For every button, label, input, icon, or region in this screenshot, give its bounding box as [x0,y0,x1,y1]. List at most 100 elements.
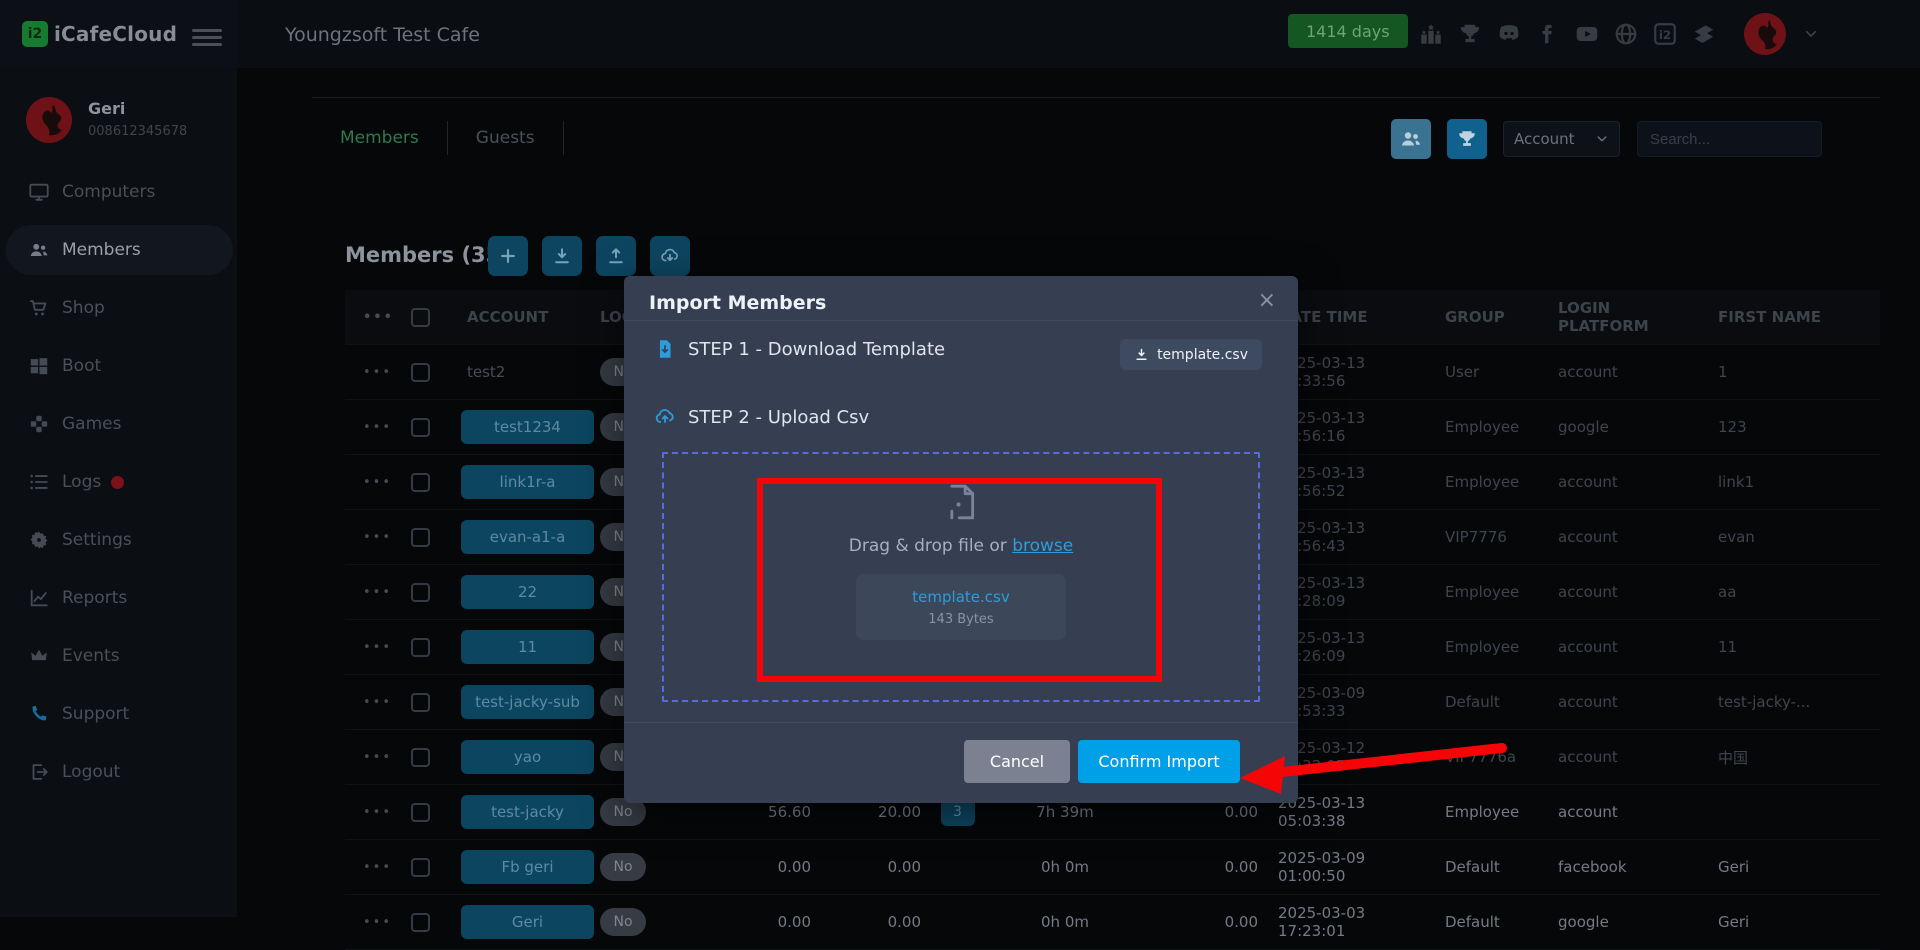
close-icon[interactable]: × [1258,288,1276,313]
row-checkbox[interactable] [411,913,430,932]
account-cell[interactable]: Geri [461,905,594,939]
value-cell: 0.00 [815,858,925,876]
youtube-icon[interactable] [1574,21,1600,47]
monitor-icon [28,181,50,203]
file-icon [941,482,981,522]
sidebar-item-settings[interactable]: Settings [0,511,237,569]
first-name-cell: 中国 [1706,747,1880,768]
row-menu-icon[interactable]: ••• [345,750,395,765]
sidebar-item-boot[interactable]: Boot [0,337,237,395]
chevron-down-icon[interactable] [1803,26,1819,42]
row-checkbox[interactable] [411,418,430,437]
list-icon [28,471,50,493]
sidebar-item-label: Computers [62,182,155,202]
ranking-icon[interactable] [1418,21,1444,47]
account-cell[interactable]: yao [461,740,594,774]
sidebar-item-support[interactable]: Support [0,685,237,743]
first-name-cell: test-jacky-... [1706,693,1880,711]
row-menu-icon[interactable]: ••• [345,530,395,545]
globe-icon[interactable] [1613,21,1639,47]
first-name-cell: 123 [1706,418,1880,436]
step2-label: STEP 2 - Upload Csv [688,407,869,428]
account-cell[interactable]: evan-a1-a [461,520,594,554]
phone-icon [28,703,50,725]
tab-guests[interactable]: Guests [448,128,563,148]
member-groups-button[interactable] [1391,119,1431,159]
i2-icon[interactable]: i2 [1652,21,1678,47]
row-checkbox[interactable] [411,748,430,767]
discord-icon[interactable] [1496,21,1522,47]
table-row: •••GeriNo0.000.000h 0m0.002025-03-03 17:… [345,895,1880,950]
column-login-platform: LOGIN PLATFORM [1544,299,1706,335]
sidebar-item-reports[interactable]: Reports [0,569,237,627]
facebook-icon[interactable] [1535,21,1561,47]
row-checkbox[interactable] [411,638,430,657]
tab-members[interactable]: Members [312,128,447,148]
row-menu-icon[interactable]: ••• [345,860,395,875]
row-checkbox[interactable] [411,803,430,822]
row-menu-icon[interactable]: ••• [345,475,395,490]
row-menu-icon[interactable]: ••• [345,585,395,600]
download-template-button[interactable]: template.csv [1120,339,1262,370]
account-cell[interactable]: Fb geri [461,850,594,884]
row-checkbox[interactable] [411,693,430,712]
account-cell[interactable]: test1234 [461,410,594,444]
locked-cell: No [600,908,675,936]
topbar-avatar[interactable] [1744,13,1786,55]
row-checkbox[interactable] [411,473,430,492]
row-menu-icon[interactable]: ••• [345,420,395,435]
sidebar-item-logs[interactable]: Logs [0,453,237,511]
row-checkbox[interactable] [411,858,430,877]
sidebar-item-shop[interactable]: Shop [0,279,237,337]
browse-link[interactable]: browse [1012,536,1073,556]
row-menu-icon[interactable]: ••• [345,310,395,325]
dropzone-prompt: Drag & drop file or [849,536,1007,556]
filter-select[interactable]: Account [1503,121,1620,157]
account-cell[interactable]: link1r-a [461,465,594,499]
search-input[interactable] [1637,121,1822,157]
tab-separator [563,121,564,155]
user-name: Geri [88,99,187,118]
sidebar-item-computers[interactable]: Computers [0,163,237,221]
trophy-icon[interactable] [1457,21,1483,47]
group-cell: Default [1432,858,1544,876]
layers-icon[interactable] [1691,21,1717,47]
row-checkbox[interactable] [411,528,430,547]
download-icon [1134,347,1149,362]
upload-dropzone[interactable]: Drag & drop file or browse template.csv … [662,452,1260,702]
account-cell[interactable]: 11 [461,630,594,664]
sidebar-item-members[interactable]: Members [0,221,237,279]
cancel-button[interactable]: Cancel [964,740,1070,783]
select-all-checkbox[interactable] [411,308,430,327]
upload-button[interactable] [596,236,636,276]
logout-icon [28,761,50,783]
account-cell[interactable]: test-jacky [461,795,594,829]
hamburger-menu-icon[interactable] [192,25,222,50]
members-heading: Members (35) [345,243,510,267]
balance-cell: 0.00 [675,858,815,876]
confirm-import-button[interactable]: Confirm Import [1078,740,1240,783]
platform-cell: google [1544,913,1706,931]
tabs: Members Guests [312,112,564,164]
sidebar-item-games[interactable]: Games [0,395,237,453]
account-cell[interactable]: test-jacky-sub [461,685,594,719]
download-button[interactable] [542,236,582,276]
row-menu-icon[interactable]: ••• [345,640,395,655]
modal-title: Import Members [649,292,826,314]
plus-button[interactable] [488,236,528,276]
row-menu-icon[interactable]: ••• [345,365,395,380]
row-menu-icon[interactable]: ••• [345,695,395,710]
row-menu-icon[interactable]: ••• [345,805,395,820]
cloud-down-button[interactable] [650,236,690,276]
balance-cell: 56.60 [675,803,815,821]
row-checkbox[interactable] [411,363,430,382]
sidebar-user[interactable]: Geri 008612345678 [26,97,187,143]
sidebar-item-events[interactable]: Events [0,627,237,685]
first-name-cell: evan [1706,528,1880,546]
group-cell: Employee [1432,418,1544,436]
row-checkbox[interactable] [411,583,430,602]
time-cell: 0h 0m [990,858,1140,876]
sidebar-item-logout[interactable]: Logout [0,743,237,801]
ranking-button[interactable] [1447,119,1487,159]
account-cell[interactable]: 22 [461,575,594,609]
